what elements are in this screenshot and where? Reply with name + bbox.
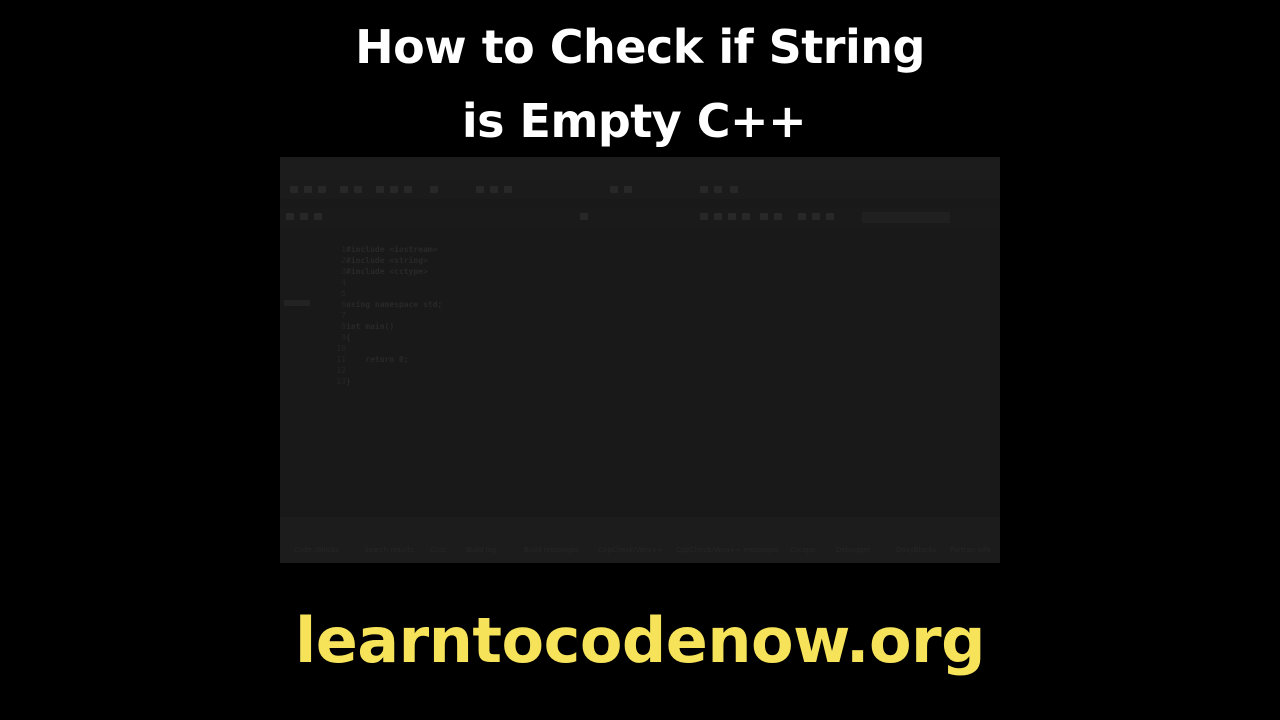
logs-tab: CppCheck/Vera++ [598,546,664,554]
code-line: return 0; [346,355,409,364]
toolbar-search-field [862,212,950,223]
new-file-icon [290,186,298,193]
copy-icon [390,186,398,193]
line-number: 7 [341,311,346,320]
toolbar-icon [774,213,782,220]
logs-tab: Cccc [430,546,447,554]
search-icon [798,213,806,220]
logs-panel [280,517,1000,563]
toolbar-icon [826,213,834,220]
ide-menu-bar [280,157,1000,192]
toolbar-icon [714,186,722,193]
toolbar-icon [714,213,722,220]
line-number: 11 [336,355,346,364]
logs-tab: Fortran info [950,546,991,554]
toolbar-icon [700,213,708,220]
toolbar-icon [812,213,820,220]
line-number: 1 [341,245,346,254]
build-run-icon [504,186,512,193]
logs-tab: Build log [466,546,497,554]
toolbar-icon [300,213,308,220]
code-line: #include <cctype> [346,267,428,276]
debug-icon [610,186,618,193]
code-editor: 1 2 3 4 5 6 7 8 9 10 11 12 13 #include <… [330,237,1000,517]
logs-tab: DoxyBlocks [896,546,937,554]
ide-screenshot: 1 2 3 4 5 6 7 8 9 10 11 12 13 #include <… [280,157,1000,563]
logs-tab: CppCheck/Vera++ messages [676,546,779,554]
logs-tab: Search results [364,546,414,554]
toolbar-icon [286,213,294,220]
toolbar-icon [314,213,322,220]
workspace-label [284,300,310,306]
logs-tab: Code::Blocks [294,546,340,554]
line-number: 10 [336,344,346,353]
line-number: 4 [341,278,346,287]
build-icon [476,186,484,193]
toolbar-icon [728,213,736,220]
find-icon [430,186,438,193]
code-line: using namespace std; [346,300,443,309]
logs-tab: Debugger [836,546,871,554]
line-number: 12 [336,366,346,375]
line-number: 3 [341,267,346,276]
code-line: int main() [346,322,395,331]
paste-icon [404,186,412,193]
redo-icon [354,186,362,193]
save-icon [318,186,326,193]
toolbar-icon [580,213,588,220]
video-title-line-1: How to Check if String [355,20,925,74]
toolbar-icon [700,186,708,193]
undo-icon [340,186,348,193]
logs-tab: Build messages [524,546,579,554]
step-icon [624,186,632,193]
line-number: 5 [341,289,346,298]
code-line: } [346,377,351,386]
management-panel [280,227,330,517]
open-file-icon [304,186,312,193]
website-url: learntocodenow.org [294,604,986,677]
code-line: { [346,333,351,342]
line-number: 13 [336,377,346,386]
line-number: 8 [341,322,346,331]
line-number: 9 [341,333,346,342]
code-line: #include <string> [346,256,428,265]
run-icon [490,186,498,193]
ide-toolbar [280,179,1000,199]
line-number: 6 [341,300,346,309]
line-number: 2 [341,256,346,265]
toolbar-icon [730,186,738,193]
logs-tab: Cscope [790,546,816,554]
video-title-line-2: is Empty C++ [461,94,807,148]
toolbar-icon [742,213,750,220]
code-line: #include <iostream> [346,245,438,254]
toolbar-icon [760,213,768,220]
cut-icon [376,186,384,193]
